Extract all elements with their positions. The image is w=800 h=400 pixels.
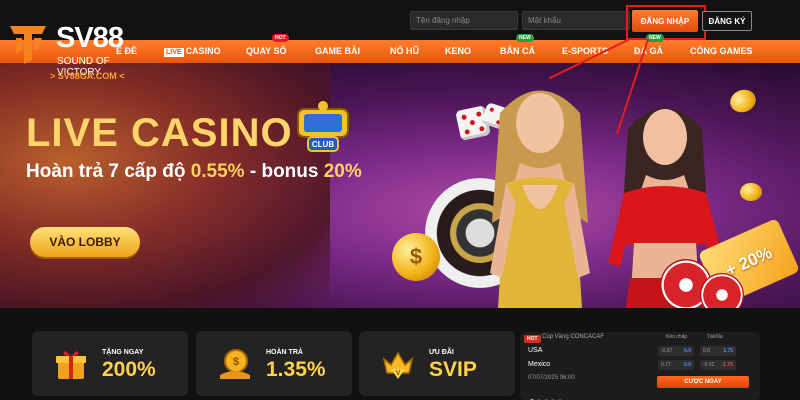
site-logo[interactable]: SV88 SOUND OF VICTORY > SV88GA.COM < [6,20,156,86]
svg-text:V: V [396,370,401,377]
logo-domain: > SV88GA.COM < [50,71,125,81]
league-name: Cúp Vàng CONCACAF [542,334,605,340]
nav-item-cong-games[interactable]: CỔNG GAMES [690,40,753,63]
nav-label: CỔNG GAMES [690,46,753,56]
coins-refund-icon: $ [220,349,250,379]
team-home: USA [528,347,543,354]
nav-label: NỔ HŨ [390,46,419,56]
coin-icon [740,183,762,201]
match-widget[interactable]: HOT Cúp Vàng CONCACAF Kèo chấp Tài/Xỉu U… [520,332,760,400]
banner-subtitle: Hoàn trả 7 cấp độ 0.55% - bonus 20% [26,161,362,183]
coin-icon: $ [392,233,440,281]
card-value: SVIP [429,358,477,381]
card-value: 1.35% [266,358,326,381]
subtitle-percent: 0.55% [190,161,245,182]
nav-label: QUAY SỐ [246,46,287,56]
banner-title: LIVE CASINO [26,111,293,155]
hit-club-logo-icon: CLUB [297,101,349,152]
col-over-under: Tài/Xỉu [707,334,723,340]
carousel-dots [530,390,565,400]
nav-item-da-ga[interactable]: NEW ĐÁ GÀ [634,34,664,63]
banner-glow [0,63,330,308]
odds-cell[interactable]: -0.87 0.0 [658,346,694,356]
live-chip: LIVE [164,48,184,57]
hot-tag: HOT [272,34,289,42]
gift-box-icon [56,351,86,379]
col-handicap: Kèo chấp [666,334,688,340]
club-text: CLUB [312,140,334,149]
odds-value: 0.0 [684,362,691,368]
nav-item-live-casino[interactable]: LIVE CASINO [164,40,221,63]
nav-label: CASINO [185,46,221,56]
subtitle-bonus: 20% [323,161,362,182]
promo-card-vip[interactable]: V ƯU ĐÃI SVIP [359,331,515,396]
card-value: 200% [102,358,156,381]
odds-cell[interactable]: 0.77 0.0 [658,360,694,370]
odds-value: 1.75 [723,348,733,354]
model-gold-dress-image [490,90,590,308]
card-label: HOÀN TRẢ [266,349,303,356]
nav-item-ban-ca[interactable]: NEW BẮN CÁ [500,34,535,63]
nav-item-no-hu[interactable]: NỔ HŨ [390,40,419,63]
nav-label: BẮN CÁ [500,46,535,56]
odds-cell[interactable]: -0.92 -1.75 [700,360,736,370]
subtitle-text: - bonus [244,161,324,182]
card-label: TẶNG NGAY [102,349,144,356]
new-tag: NEW [646,34,664,42]
svg-text:$: $ [233,356,239,368]
odds-line: 0.77 [661,362,671,368]
promo-strip: TẶNG NGAY 200% $ HOÀN TRẢ 1.35% V ƯU ĐÃI… [0,308,800,400]
card-label: ƯU ĐÃI [429,349,454,356]
register-button[interactable]: ĐĂNG KÝ [702,11,752,31]
odds-line: -0.87 [661,348,673,354]
coin-icon [727,86,759,116]
odds-cell[interactable]: 0.8 1.75 [700,346,736,356]
odds-value: 0.0 [684,348,691,354]
nav-item-keno[interactable]: KENO [445,40,471,63]
login-button[interactable]: ĐĂNG NHẬP [632,10,698,32]
new-tag: NEW [516,34,534,42]
bet-now-button[interactable]: CƯỢC NGAY [657,376,749,388]
match-datetime: 07/07/2025 06:00 [528,375,575,381]
coin-symbol: $ [409,244,423,269]
promo-card-gift[interactable]: TẶNG NGAY 200% [32,331,188,396]
nav-label: GAME BÀI [315,46,360,56]
odds-value: -1.75 [721,362,733,368]
nav-item-game-bai[interactable]: GAME BÀI [315,40,360,63]
nav-label: KENO [445,46,472,56]
nav-label: ĐÁ GÀ [634,46,663,56]
logo-emblem-icon [10,26,46,64]
password-input[interactable] [522,11,630,30]
hero-banner[interactable]: LIVE CASINO Hoàn trả 7 cấp độ 0.55% - bo… [0,63,800,308]
subtitle-text: Hoàn trả 7 cấp độ [26,161,191,182]
team-away: Mexico [528,361,551,368]
username-input[interactable] [410,11,518,30]
nav-item-quay-so[interactable]: HOT QUAY SỐ [246,34,289,63]
odds-line: -0.92 [703,362,715,368]
enter-lobby-button[interactable]: VÀO LOBBY [30,227,140,257]
promo-card-rebate[interactable]: $ HOÀN TRẢ 1.35% [196,331,352,396]
logo-wordmark: SV88 [56,22,124,54]
vip-crown-icon: V [382,351,414,379]
odds-line: 0.8 [703,348,710,354]
hot-badge: HOT [524,335,541,343]
